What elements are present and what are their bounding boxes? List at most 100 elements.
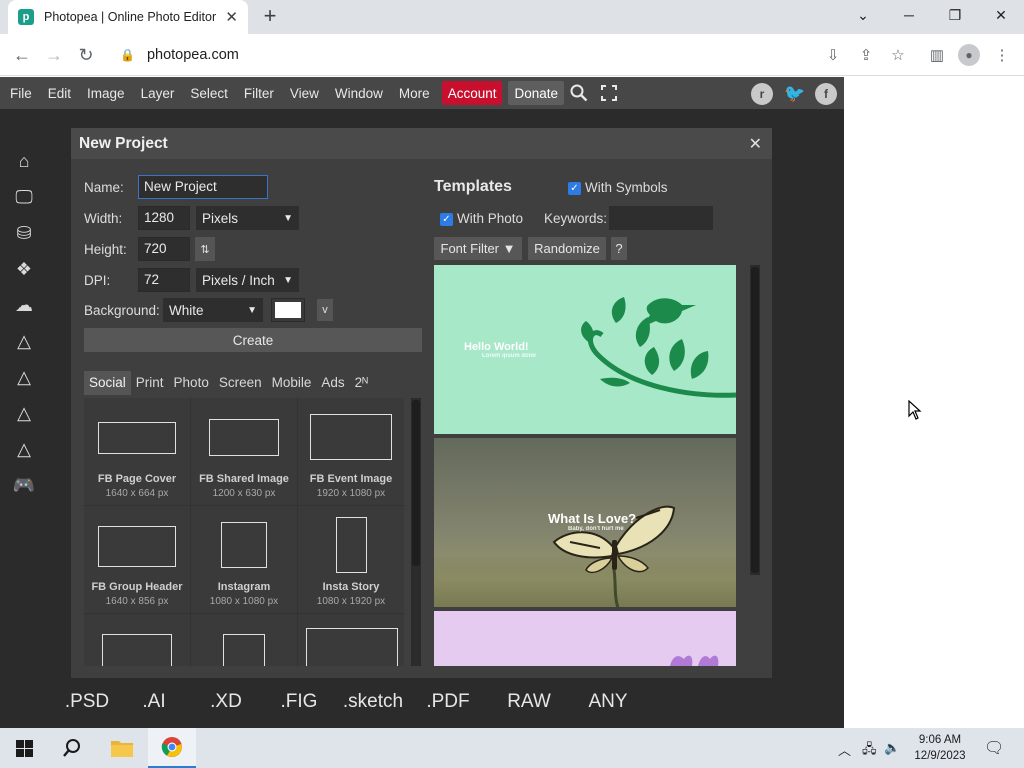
template-card-what-is-love[interactable]: What Is Love? Baby, don't hurt me xyxy=(434,438,736,607)
create-button[interactable]: Create xyxy=(84,328,422,352)
font-filter-button[interactable]: Font Filter ▼ xyxy=(434,237,522,260)
bookmark-star-icon[interactable]: ☆ xyxy=(887,44,909,66)
chrome-menu-icon[interactable]: ⋮ xyxy=(991,44,1013,66)
menu-more[interactable]: More xyxy=(391,77,438,109)
dialog-close-icon[interactable]: ✕ xyxy=(749,134,762,154)
search-icon[interactable] xyxy=(48,728,96,768)
menu-edit[interactable]: Edit xyxy=(40,77,79,109)
preset-shape xyxy=(310,414,392,460)
preset-fb-event-image[interactable]: FB Event Image 1920 x 1080 px xyxy=(298,398,404,505)
browser-tab-photopea[interactable]: p Photopea | Online Photo Editor ✕ xyxy=(8,0,248,34)
swap-dimensions-button[interactable]: ⇅ xyxy=(195,237,215,261)
network-icon[interactable]: 🖧 xyxy=(862,740,877,762)
menu-window[interactable]: Window xyxy=(327,77,391,109)
account-button[interactable]: Account xyxy=(441,81,503,105)
tab-ads[interactable]: Ads xyxy=(316,371,349,395)
dpi-input[interactable]: 72 xyxy=(138,268,190,292)
new-tab-button[interactable]: + xyxy=(258,3,282,28)
menu-view[interactable]: View xyxy=(282,77,327,109)
dropbox-icon[interactable]: ❖ xyxy=(0,251,48,287)
side-panel-icon[interactable]: ▥ xyxy=(926,44,948,66)
back-button[interactable]: ← xyxy=(9,42,35,68)
preset-item[interactable] xyxy=(84,614,190,666)
google-drive-icon[interactable]: △ xyxy=(0,323,48,359)
lock-icon[interactable]: 🔒 xyxy=(120,48,135,62)
onedrive-cloud-icon[interactable]: ☁ xyxy=(0,287,48,323)
preset-size: 1640 x 664 px xyxy=(105,488,169,499)
volume-icon[interactable]: 🔈 xyxy=(884,740,900,756)
chrome-taskbar-icon[interactable] xyxy=(148,728,196,768)
tab-more[interactable]: 2ᴺ xyxy=(350,371,373,395)
tab-screen[interactable]: Screen xyxy=(214,371,267,395)
show-hidden-icons-chevron-icon[interactable]: ︿ xyxy=(838,740,851,759)
randomize-button[interactable]: Randomize xyxy=(528,237,606,260)
templates-scrollbar[interactable] xyxy=(750,265,760,575)
tab-social[interactable]: Social xyxy=(84,371,131,395)
file-explorer-icon[interactable] xyxy=(98,728,146,768)
width-unit-select[interactable]: Pixels ▼ xyxy=(196,206,299,230)
preset-item[interactable] xyxy=(191,614,297,666)
background-options-button[interactable]: v xyxy=(317,299,333,321)
keywords-input[interactable] xyxy=(609,206,713,230)
forward-button[interactable]: → xyxy=(41,42,67,68)
preset-size: 1080 x 1920 px xyxy=(316,596,386,607)
windows-start-icon[interactable] xyxy=(0,728,48,768)
menu-layer[interactable]: Layer xyxy=(133,77,183,109)
background-color-swatch[interactable] xyxy=(271,298,305,322)
preset-fb-group-header[interactable]: FB Group Header 1640 x 856 px xyxy=(84,506,190,613)
height-input[interactable]: 720 xyxy=(138,237,190,261)
google-drive-icon[interactable]: △ xyxy=(0,395,48,431)
system-clock[interactable]: 9:06 AM 12/9/2023 xyxy=(908,732,972,764)
preset-scrollbar[interactable] xyxy=(411,398,421,666)
preset-shape xyxy=(336,517,367,573)
menu-image[interactable]: Image xyxy=(79,77,133,109)
minimize-button[interactable]: ─ xyxy=(886,0,932,30)
home-icon[interactable]: ⌂ xyxy=(0,143,48,179)
menu-select[interactable]: Select xyxy=(182,77,236,109)
help-button[interactable]: ? xyxy=(611,237,627,260)
donate-button[interactable]: Donate xyxy=(508,81,565,105)
fullscreen-icon[interactable] xyxy=(594,77,624,109)
scrollbar-thumb[interactable] xyxy=(412,400,420,566)
preset-fb-page-cover[interactable]: FB Page Cover 1640 x 664 px xyxy=(84,398,190,505)
tab-search-chevron-icon[interactable]: ⌄ xyxy=(840,0,886,30)
preset-fb-shared-image[interactable]: FB Shared Image 1200 x 630 px xyxy=(191,398,297,505)
dpi-unit-select[interactable]: Pixels / Inch ▼ xyxy=(196,268,299,292)
template-card-hello-world[interactable]: Hello World! Lorem ipsum dolor xyxy=(434,265,736,434)
preset-insta-story[interactable]: Insta Story 1080 x 1920 px xyxy=(298,506,404,613)
menu-filter[interactable]: Filter xyxy=(236,77,282,109)
template-card-third[interactable] xyxy=(434,611,736,666)
tab-mobile[interactable]: Mobile xyxy=(267,371,317,395)
preset-instagram[interactable]: Instagram 1080 x 1080 px xyxy=(191,506,297,613)
scrollbar-thumb[interactable] xyxy=(751,267,759,573)
reload-button[interactable]: ↻ xyxy=(73,42,99,68)
width-input[interactable]: 1280 xyxy=(138,206,190,230)
gamepad-icon[interactable]: 🎮 xyxy=(0,467,48,503)
google-drive-icon[interactable]: △ xyxy=(0,359,48,395)
storage-drive-icon[interactable]: ⛁ xyxy=(0,215,48,251)
search-icon[interactable] xyxy=(564,77,594,109)
desktop-icon[interactable]: 🖵 xyxy=(0,179,48,215)
install-app-icon[interactable]: ⇩ xyxy=(822,44,844,66)
width-label: Width: xyxy=(84,211,123,226)
menu-file[interactable]: File xyxy=(0,77,40,109)
tab-photo[interactable]: Photo xyxy=(169,371,214,395)
with-symbols-checkbox[interactable]: ✓ xyxy=(568,182,581,195)
notifications-icon[interactable]: 🗨 xyxy=(984,738,1004,758)
with-photo-checkbox[interactable]: ✓ xyxy=(440,213,453,226)
background-select[interactable]: White ▼ xyxy=(163,298,263,322)
twitter-icon[interactable]: 🐦 xyxy=(784,83,806,105)
facebook-icon[interactable]: f xyxy=(815,83,837,105)
close-window-button[interactable]: ✕ xyxy=(978,0,1024,30)
profile-avatar[interactable]: ● xyxy=(958,44,980,66)
address-bar[interactable]: 🔒 photopea.com xyxy=(108,39,808,71)
share-icon[interactable]: ⇪ xyxy=(855,44,877,66)
reddit-icon[interactable]: r xyxy=(751,83,773,105)
clock-time: 9:06 AM xyxy=(918,734,962,746)
tab-close-icon[interactable]: ✕ xyxy=(225,8,238,26)
preset-item[interactable] xyxy=(298,614,404,666)
restore-button[interactable]: ❐ xyxy=(932,0,978,30)
tab-print[interactable]: Print xyxy=(131,371,169,395)
name-input[interactable]: New Project xyxy=(138,175,268,199)
google-drive-icon[interactable]: △ xyxy=(0,431,48,467)
